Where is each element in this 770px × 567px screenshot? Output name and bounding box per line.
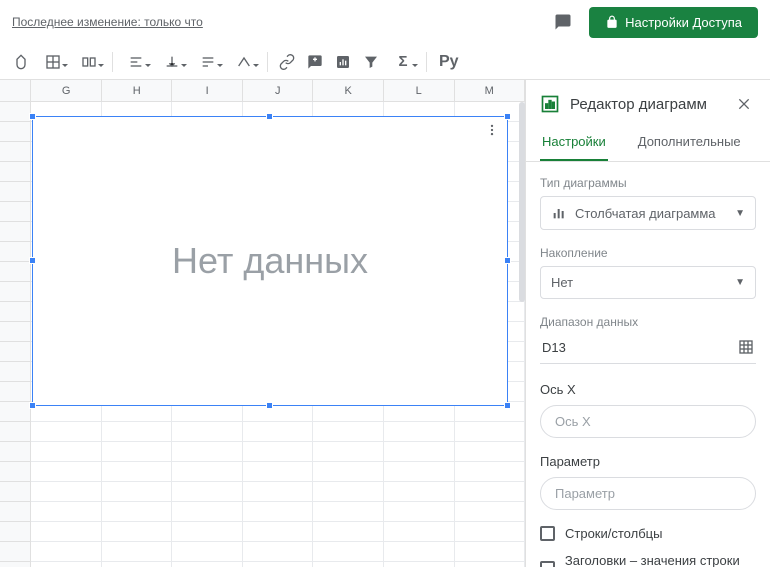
column-header[interactable]: K — [313, 80, 384, 101]
spreadsheet-grid[interactable]: GHIJKLM Нет данных — [0, 80, 526, 567]
switch-rows-cols-label: Строки/столбцы — [565, 526, 662, 541]
column-header[interactable]: G — [31, 80, 102, 101]
insert-chart-icon[interactable] — [330, 49, 356, 75]
borders-icon[interactable] — [36, 49, 70, 75]
close-icon[interactable] — [732, 92, 756, 116]
tab-setup[interactable]: Настройки — [540, 124, 608, 161]
column-header[interactable]: L — [384, 80, 455, 101]
chart-type-label: Тип диаграммы — [540, 176, 756, 190]
x-axis-input[interactable]: Ось X — [540, 405, 756, 438]
chart-type-value: Столбчатая диаграмма — [575, 206, 716, 221]
resize-handle[interactable] — [266, 113, 273, 120]
fill-color-icon[interactable] — [8, 49, 34, 75]
resize-handle[interactable] — [29, 113, 36, 120]
chart-placeholder[interactable]: Нет данных — [32, 116, 508, 406]
v-align-icon[interactable] — [155, 49, 189, 75]
switch-rows-cols-checkbox[interactable] — [540, 526, 555, 541]
filter-icon[interactable] — [358, 49, 384, 75]
data-range-label: Диапазон данных — [540, 315, 756, 329]
merge-cells-icon[interactable] — [72, 49, 106, 75]
series-input[interactable]: Параметр — [540, 477, 756, 510]
functions-icon[interactable]: Σ — [386, 49, 420, 75]
x-axis-label: Ось X — [540, 382, 756, 397]
insert-comment-icon[interactable] — [302, 49, 328, 75]
chart-editor-icon — [540, 94, 560, 114]
insert-link-icon[interactable] — [274, 49, 300, 75]
use-headers-label: Заголовки – значения строки 13 — [565, 553, 756, 567]
select-range-icon[interactable] — [738, 339, 754, 355]
column-header[interactable]: I — [172, 80, 243, 101]
data-range-value[interactable]: D13 — [542, 340, 566, 355]
share-button-label: Настройки Доступа — [625, 15, 742, 30]
stacking-value: Нет — [551, 275, 573, 290]
toolbar: Σ Ру — [0, 44, 770, 80]
chart-editor-title: Редактор диаграмм — [570, 96, 722, 113]
column-header[interactable]: M — [455, 80, 526, 101]
resize-handle[interactable] — [504, 257, 511, 264]
chart-no-data-label: Нет данных — [172, 240, 368, 282]
resize-handle[interactable] — [29, 257, 36, 264]
chart-editor-panel: Редактор диаграмм Настройки Дополнительн… — [526, 80, 770, 567]
resize-handle[interactable] — [504, 402, 511, 409]
tab-customize[interactable]: Дополнительные — [636, 124, 743, 161]
series-label: Параметр — [540, 454, 756, 469]
resize-handle[interactable] — [266, 402, 273, 409]
chevron-down-icon: ▼ — [735, 277, 745, 288]
text-wrap-icon[interactable] — [191, 49, 225, 75]
column-header[interactable]: J — [243, 80, 314, 101]
chart-type-select[interactable]: Столбчатая диаграмма ▼ — [540, 196, 756, 230]
resize-handle[interactable] — [504, 113, 511, 120]
stacking-label: Накопление — [540, 246, 756, 260]
h-align-icon[interactable] — [119, 49, 153, 75]
language-toggle-icon[interactable]: Ру — [433, 49, 465, 75]
chart-more-icon[interactable] — [485, 123, 499, 137]
comment-history-icon[interactable] — [549, 8, 577, 36]
vertical-scrollbar[interactable] — [519, 102, 525, 302]
last-change-link[interactable]: Последнее изменение: только что — [12, 15, 203, 29]
chevron-down-icon: ▼ — [735, 208, 745, 219]
text-rotate-icon[interactable] — [227, 49, 261, 75]
stacking-select[interactable]: Нет ▼ — [540, 266, 756, 299]
resize-handle[interactable] — [29, 402, 36, 409]
column-header[interactable]: H — [102, 80, 173, 101]
share-button[interactable]: Настройки Доступа — [589, 7, 758, 38]
use-headers-checkbox[interactable] — [540, 561, 555, 567]
